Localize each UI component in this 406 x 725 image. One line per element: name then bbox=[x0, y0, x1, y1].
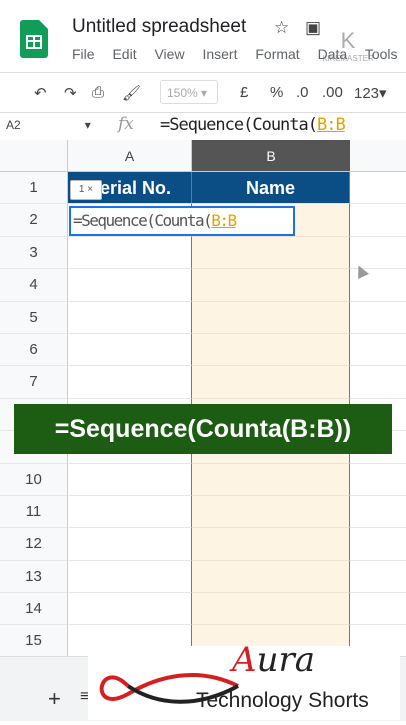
cell-a[interactable] bbox=[68, 560, 192, 594]
row-header[interactable]: 3 bbox=[0, 236, 68, 270]
cell-b[interactable] bbox=[192, 269, 350, 302]
logo-tagline: Technology Shorts bbox=[196, 689, 369, 712]
menu-format[interactable]: Format bbox=[255, 46, 299, 62]
menu-edit[interactable]: Edit bbox=[112, 46, 136, 62]
name-box-value: A2 bbox=[6, 118, 21, 132]
table-row: 1 Serial No. Name bbox=[0, 172, 406, 205]
table-row: 10 bbox=[0, 463, 406, 496]
column-header-b[interactable]: B bbox=[192, 140, 350, 172]
logo-aura-rest: ura bbox=[256, 640, 315, 680]
cell-a[interactable] bbox=[68, 236, 192, 270]
formula-range-ref: B:B bbox=[317, 115, 346, 135]
cell-editor-text: =Sequence(Counta( bbox=[73, 211, 213, 230]
cell-editor[interactable]: =Sequence(Counta(B:B bbox=[69, 206, 295, 236]
paint-format-icon[interactable]: 🖌 bbox=[122, 84, 141, 102]
table-row: 4 bbox=[0, 269, 406, 302]
menu-bar: File Edit View Insert Format Data Tools bbox=[72, 46, 406, 62]
formula-text: =Sequence(Counta( bbox=[160, 115, 318, 135]
fx-icon: fx bbox=[118, 114, 134, 134]
formula-banner: =Sequence(Counta(B:B)) bbox=[14, 404, 392, 454]
row-header[interactable]: 13 bbox=[0, 560, 68, 594]
name-box-caret-icon: ▾ bbox=[84, 118, 91, 132]
menu-data[interactable]: Data bbox=[318, 46, 348, 62]
cell-c[interactable] bbox=[350, 366, 406, 399]
more-formats-button[interactable]: 123▾ bbox=[354, 84, 387, 102]
add-sheet-button[interactable]: + bbox=[48, 686, 61, 712]
table-row: 3 bbox=[0, 236, 406, 270]
cell-c[interactable] bbox=[350, 496, 406, 529]
currency-button[interactable]: £ bbox=[240, 84, 248, 101]
row-header[interactable]: 15 bbox=[0, 625, 68, 658]
cell-a[interactable] bbox=[68, 463, 192, 496]
formula-input[interactable]: =Sequence(Counta(B:B bbox=[160, 115, 346, 135]
row-header[interactable]: 5 bbox=[0, 301, 68, 334]
redo-icon[interactable]: ↷ bbox=[64, 84, 77, 102]
row-header[interactable]: 2 bbox=[0, 204, 68, 237]
cell-a[interactable] bbox=[68, 495, 192, 529]
cell-c[interactable] bbox=[350, 593, 406, 626]
row-header[interactable]: 14 bbox=[0, 593, 68, 626]
row-header[interactable]: 4 bbox=[0, 269, 68, 302]
cell-b[interactable] bbox=[192, 463, 350, 496]
percent-button[interactable]: % bbox=[270, 84, 283, 101]
logo-aura-text: Aura bbox=[232, 640, 315, 680]
cell-c[interactable] bbox=[350, 464, 406, 496]
name-box[interactable]: A2 ▾ bbox=[6, 118, 91, 132]
cell-b[interactable] bbox=[192, 593, 350, 626]
table-row: 14 bbox=[0, 593, 406, 626]
cell-b[interactable] bbox=[192, 560, 350, 594]
cell-c[interactable] bbox=[350, 302, 406, 334]
cell-a[interactable] bbox=[68, 269, 192, 302]
menu-insert[interactable]: Insert bbox=[202, 46, 237, 62]
cell-c[interactable] bbox=[350, 561, 406, 594]
cell-a[interactable] bbox=[68, 366, 192, 399]
cell-c[interactable] bbox=[350, 204, 406, 237]
row-header[interactable]: 1 bbox=[0, 172, 68, 205]
logo-aura-initial: A bbox=[232, 640, 257, 680]
row-header[interactable]: 6 bbox=[0, 333, 68, 367]
row-header[interactable]: 12 bbox=[0, 528, 68, 561]
cell-a[interactable] bbox=[68, 593, 192, 626]
cell-b[interactable] bbox=[192, 495, 350, 529]
table-row: 7 bbox=[0, 366, 406, 399]
cell-c[interactable] bbox=[350, 334, 406, 367]
row-header[interactable]: 7 bbox=[0, 366, 68, 399]
cell-b[interactable] bbox=[192, 333, 350, 367]
select-all-corner[interactable] bbox=[0, 140, 68, 172]
increase-decimal-button[interactable]: .00 bbox=[322, 84, 343, 101]
table-row: 6 bbox=[0, 333, 406, 367]
star-icon[interactable]: ☆ bbox=[274, 18, 289, 38]
cell-b[interactable] bbox=[192, 236, 350, 270]
zoom-value: 150% bbox=[167, 86, 198, 100]
menu-file[interactable]: File bbox=[72, 46, 95, 62]
menu-view[interactable]: View bbox=[154, 46, 184, 62]
row-header[interactable]: 10 bbox=[0, 463, 68, 496]
undo-icon[interactable]: ↶ bbox=[34, 84, 47, 102]
formula-hint-chip[interactable]: 1 × bbox=[70, 180, 102, 200]
cell-editor-range-ref: B:B bbox=[211, 211, 237, 230]
table-row: 12 bbox=[0, 528, 406, 561]
zoom-select[interactable]: 150% ▾ bbox=[160, 80, 218, 104]
column-header-a[interactable]: A bbox=[68, 140, 192, 172]
cell-b[interactable] bbox=[192, 528, 350, 561]
column-header-c[interactable] bbox=[350, 140, 406, 172]
cell-b[interactable] bbox=[192, 366, 350, 399]
cell-c[interactable] bbox=[350, 528, 406, 561]
row-header[interactable]: 11 bbox=[0, 495, 68, 529]
cell-a[interactable] bbox=[68, 333, 192, 367]
table-row: 13 bbox=[0, 560, 406, 594]
cell-a[interactable] bbox=[68, 528, 192, 561]
sheets-logo-icon[interactable] bbox=[20, 20, 48, 58]
cell-b[interactable] bbox=[192, 301, 350, 334]
cell-c[interactable] bbox=[350, 172, 406, 205]
print-icon[interactable]: ⎙ bbox=[92, 84, 104, 101]
header-cell-name[interactable]: Name bbox=[192, 172, 350, 205]
document-title[interactable]: Untitled spreadsheet bbox=[72, 16, 246, 38]
zoom-caret-icon: ▾ bbox=[201, 86, 208, 100]
decrease-decimal-button[interactable]: .0 bbox=[296, 84, 309, 101]
table-row: 5 bbox=[0, 301, 406, 334]
menu-tools[interactable]: Tools bbox=[365, 46, 398, 62]
cell-a[interactable] bbox=[68, 301, 192, 334]
table-row: 11 bbox=[0, 495, 406, 529]
